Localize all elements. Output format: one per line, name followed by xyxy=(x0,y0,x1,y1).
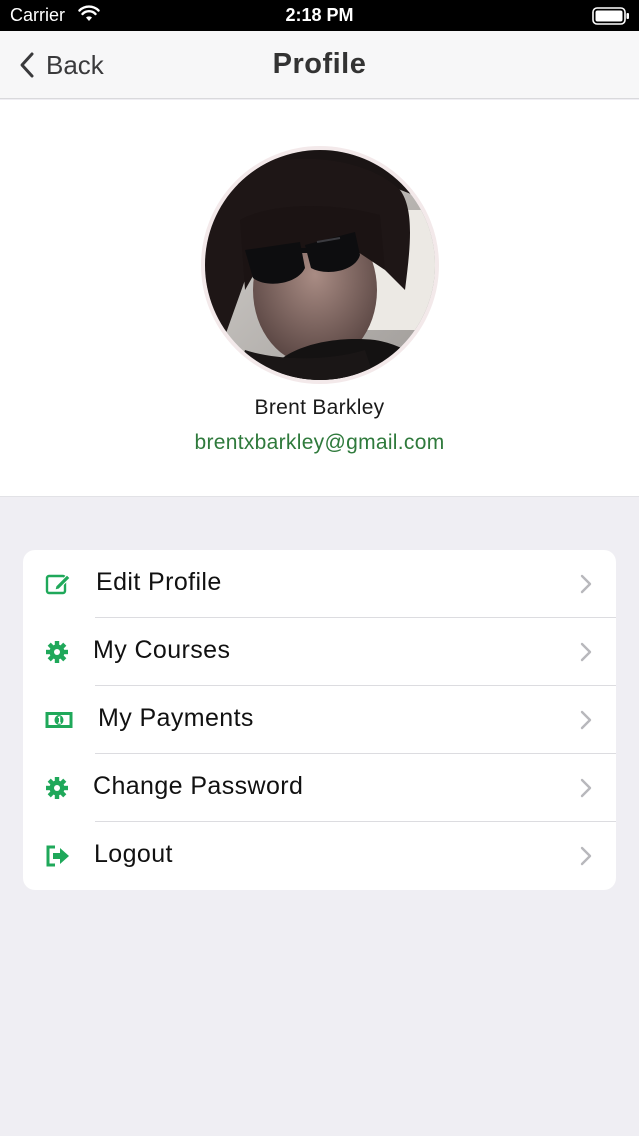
menu-item-logout[interactable]: Logout xyxy=(23,822,616,890)
menu-item-label: My Payments xyxy=(98,704,254,732)
avatar-photo xyxy=(205,150,435,380)
chevron-right-icon xyxy=(580,642,592,662)
menu-item-label: Change Password xyxy=(93,772,304,800)
status-bar: Carrier 2:18 PM xyxy=(0,0,639,31)
menu-item-my-payments[interactable]: My Payments xyxy=(23,686,616,754)
menu-item-change-password[interactable]: Change Password xyxy=(23,754,616,822)
profile-email: brentxbarkley@gmail.com xyxy=(194,431,445,454)
menu-item-my-courses[interactable]: My Courses xyxy=(23,618,616,686)
menu-item-label: My Courses xyxy=(93,636,231,664)
chevron-right-icon xyxy=(580,574,592,594)
profile-menu: Edit Profile My Courses My Payments Chan… xyxy=(23,550,616,890)
menu-item-edit-profile[interactable]: Edit Profile xyxy=(23,550,616,618)
menu-item-label: Logout xyxy=(94,840,173,868)
chevron-right-icon xyxy=(580,846,592,866)
chevron-right-icon xyxy=(580,710,592,730)
money-icon xyxy=(45,712,73,728)
profile-name: Brent Barkley xyxy=(254,396,385,419)
status-time: 2:18 PM xyxy=(285,5,354,25)
chevron-right-icon xyxy=(580,778,592,798)
gear-icon xyxy=(46,777,68,799)
avatar[interactable] xyxy=(201,146,439,384)
edit-icon xyxy=(45,574,71,595)
gear-icon xyxy=(46,641,68,663)
page-title: Profile xyxy=(272,48,367,80)
navigation-bar: Back Profile xyxy=(0,31,639,99)
menu-item-label: Edit Profile xyxy=(96,568,222,596)
logout-icon xyxy=(46,845,69,867)
battery-icon xyxy=(592,7,629,25)
profile-header: Brent Barkley brentxbarkley@gmail.com xyxy=(0,100,639,497)
